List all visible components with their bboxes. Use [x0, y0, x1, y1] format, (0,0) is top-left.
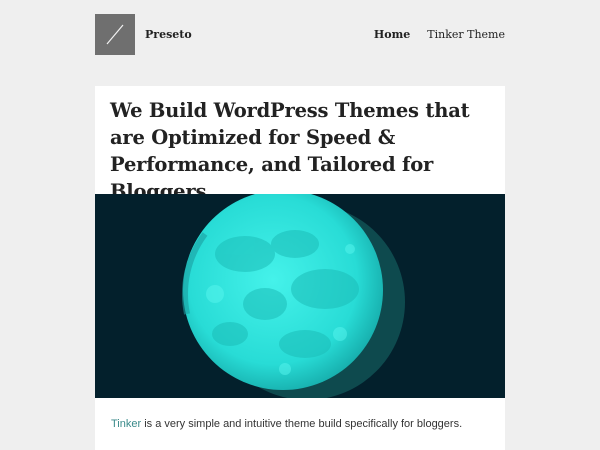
hero-moon-image[interactable] [95, 194, 505, 398]
post-title[interactable]: We Build WordPress Themes that are Optim… [110, 97, 495, 205]
nav-item-home[interactable]: Home [374, 28, 410, 41]
site-title-link[interactable]: Preseto [145, 28, 192, 41]
nav-item-tinker-theme[interactable]: Tinker Theme [427, 28, 505, 41]
post-excerpt: Tinker is a very simple and intuitive th… [111, 418, 491, 430]
main-nav: Home Tinker Theme [374, 28, 505, 41]
excerpt-tinker-link[interactable]: Tinker [111, 418, 141, 430]
site-header: Preseto Home Tinker Theme [95, 14, 505, 56]
post-card: We Build WordPress Themes that are Optim… [95, 86, 505, 450]
site-logo-icon[interactable] [95, 14, 135, 55]
excerpt-text: is a very simple and intuitive theme bui… [141, 418, 463, 430]
